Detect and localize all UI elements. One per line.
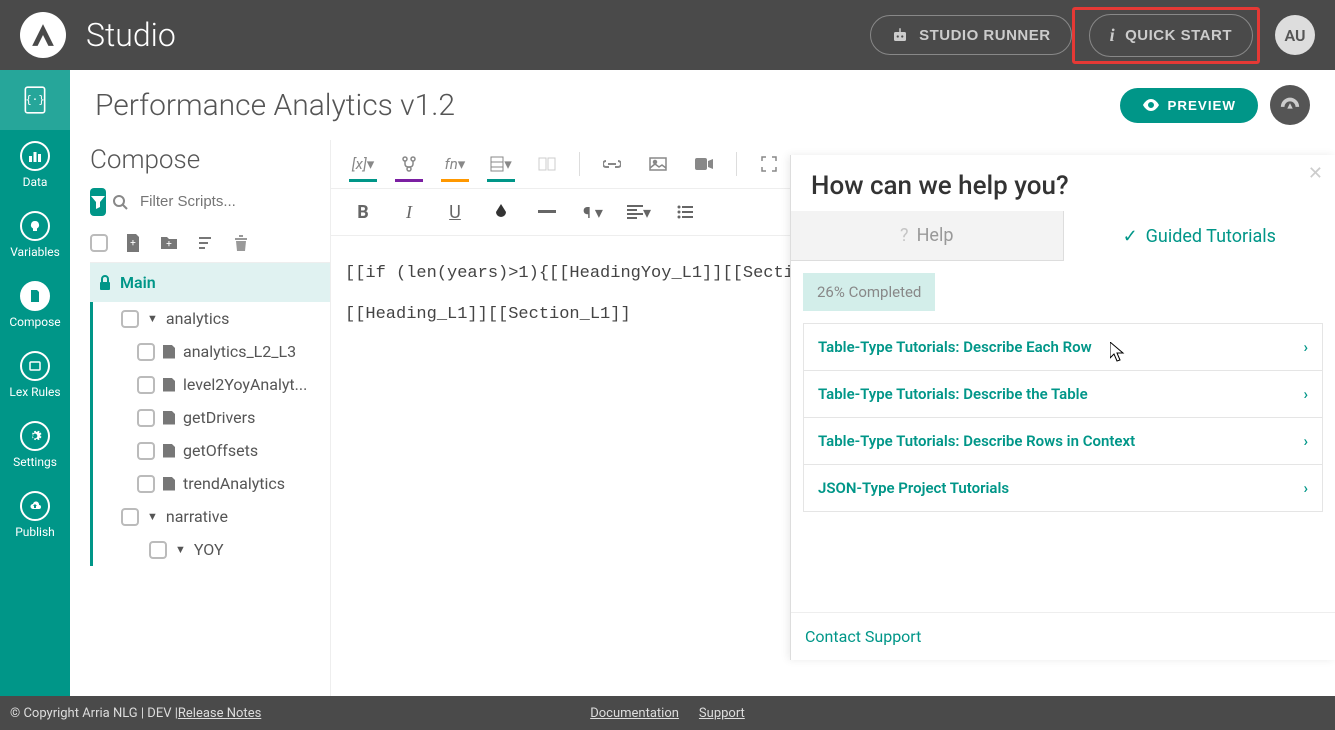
search-icon [112, 194, 128, 210]
tree-getoffsets[interactable]: getOffsets [93, 434, 330, 467]
paragraph-button[interactable]: ¶ ▾ [571, 195, 615, 229]
document-icon [20, 281, 50, 311]
fullscreen-button[interactable] [747, 148, 791, 180]
filter-scripts-input[interactable] [134, 187, 330, 216]
tree-analytics-l2-l3[interactable]: analytics_L2_L3 [93, 335, 330, 368]
delete-icon[interactable] [230, 232, 252, 254]
help-panel: ✕ How can we help you? ? Help ✓ Guided T… [790, 155, 1335, 660]
nav-variables[interactable]: Variables [0, 200, 70, 270]
underline-button[interactable]: U [433, 195, 477, 229]
branch-button[interactable] [387, 148, 431, 180]
studio-runner-button[interactable]: STUDIO RUNNER [870, 15, 1072, 55]
file-icon [163, 411, 175, 425]
question-icon: ? [900, 225, 909, 246]
script-tree: Main ▼analytics analytics_L2_L3 level2Yo… [90, 262, 330, 696]
bold-button[interactable]: B [341, 195, 385, 229]
progress-badge: 26% Completed [803, 273, 935, 311]
tutorial-item[interactable]: Table-Type Tutorials: Describe Each Row› [803, 323, 1323, 371]
cloud-upload-icon [20, 491, 50, 521]
select-all-checkbox[interactable] [90, 234, 108, 252]
help-title: How can we help you? [791, 155, 1335, 211]
title-bar: Performance Analytics v1.2 PREVIEW [70, 70, 1335, 140]
tree-getdrivers[interactable]: getDrivers [93, 401, 330, 434]
page-title: Performance Analytics v1.2 [95, 88, 455, 123]
tree-analytics[interactable]: ▼analytics [93, 302, 330, 335]
color-button[interactable] [479, 195, 523, 229]
compose-heading: Compose [90, 140, 330, 187]
left-nav: {·} Data Variables Compose Lex Rules Set… [0, 70, 70, 696]
file-icon [163, 345, 175, 359]
tutorial-item[interactable]: Table-Type Tutorials: Describe the Table… [803, 371, 1323, 418]
eye-icon [1142, 99, 1160, 111]
chevron-right-icon: › [1303, 479, 1308, 497]
contact-support-link[interactable]: Contact Support [791, 612, 1335, 660]
tree-level2yoy[interactable]: level2YoyAnalyt... [93, 368, 330, 401]
support-link[interactable]: Support [699, 706, 745, 721]
sort-icon[interactable] [194, 232, 216, 254]
footer: © Copyright Arria NLG | DEV | Release No… [0, 696, 1335, 730]
new-file-icon[interactable]: + [122, 232, 144, 254]
release-notes-link[interactable]: Release Notes [178, 706, 261, 721]
help-tab-help[interactable]: ? Help [791, 211, 1063, 261]
bar-chart-icon [20, 141, 50, 171]
function-button[interactable]: fn ▾ [433, 148, 477, 180]
tree-narrative[interactable]: ▼narrative [93, 500, 330, 533]
tree-yoy[interactable]: ▼YOY [93, 533, 330, 566]
align-button[interactable]: ▾ [617, 195, 661, 229]
tutorial-item[interactable]: JSON-Type Project Tutorials› [803, 465, 1323, 512]
svg-text:+: + [130, 238, 136, 249]
gear-icon [20, 421, 50, 451]
check-icon: ✓ [1123, 226, 1138, 247]
chevron-right-icon: › [1303, 338, 1308, 356]
gauge-button[interactable] [1270, 85, 1310, 125]
rules-icon [20, 351, 50, 381]
lock-icon [98, 275, 112, 291]
help-tab-guided[interactable]: ✓ Guided Tutorials [1063, 211, 1335, 261]
brand-text: Studio [86, 16, 176, 54]
script-toolbar: + + [90, 224, 330, 262]
preview-button[interactable]: PREVIEW [1120, 88, 1258, 123]
nav-compose[interactable]: Compose [0, 270, 70, 340]
copyright-text: © Copyright Arria NLG | DEV | [10, 706, 178, 721]
project-icon[interactable]: {·} [0, 70, 70, 130]
quick-start-highlight: i QUICK START [1072, 7, 1260, 64]
nav-data[interactable]: Data [0, 130, 70, 200]
robot-icon [891, 26, 909, 44]
nav-publish[interactable]: Publish [0, 480, 70, 550]
tree-trendanalytics[interactable]: trendAnalytics [93, 467, 330, 500]
new-folder-icon[interactable]: + [158, 232, 180, 254]
logo-badge [20, 12, 66, 58]
svg-text:+: + [166, 239, 172, 250]
bulb-icon [20, 211, 50, 241]
link-button[interactable] [590, 148, 634, 180]
app-header: Studio STUDIO RUNNER i QUICK START AU [0, 0, 1335, 70]
book-button[interactable] [525, 148, 569, 180]
italic-button[interactable]: I [387, 195, 431, 229]
filter-toggle[interactable] [90, 188, 106, 216]
svg-text:{·}: {·} [25, 93, 44, 106]
info-icon: i [1110, 25, 1116, 46]
script-panel: Compose + + Main ▼analytics ana [70, 140, 330, 696]
tutorial-item[interactable]: Table-Type Tutorials: Describe Rows in C… [803, 418, 1323, 465]
tree-main[interactable]: Main [90, 263, 330, 302]
strikethrough-button[interactable] [525, 195, 569, 229]
file-icon [163, 477, 175, 491]
sheet-button[interactable]: ▾ [479, 148, 523, 180]
documentation-link[interactable]: Documentation [590, 706, 679, 721]
file-icon [163, 378, 175, 392]
variable-insert-button[interactable]: [x] ▾ [341, 148, 385, 180]
chevron-right-icon: › [1303, 432, 1308, 450]
nav-lex-rules[interactable]: Lex Rules [0, 340, 70, 410]
user-avatar[interactable]: AU [1275, 15, 1315, 55]
file-icon [163, 444, 175, 458]
quick-start-button[interactable]: i QUICK START [1089, 14, 1253, 57]
video-button[interactable] [682, 148, 726, 180]
close-icon[interactable]: ✕ [1308, 163, 1323, 184]
nav-settings[interactable]: Settings [0, 410, 70, 480]
chevron-right-icon: › [1303, 385, 1308, 403]
image-button[interactable] [636, 148, 680, 180]
list-button[interactable] [663, 195, 707, 229]
